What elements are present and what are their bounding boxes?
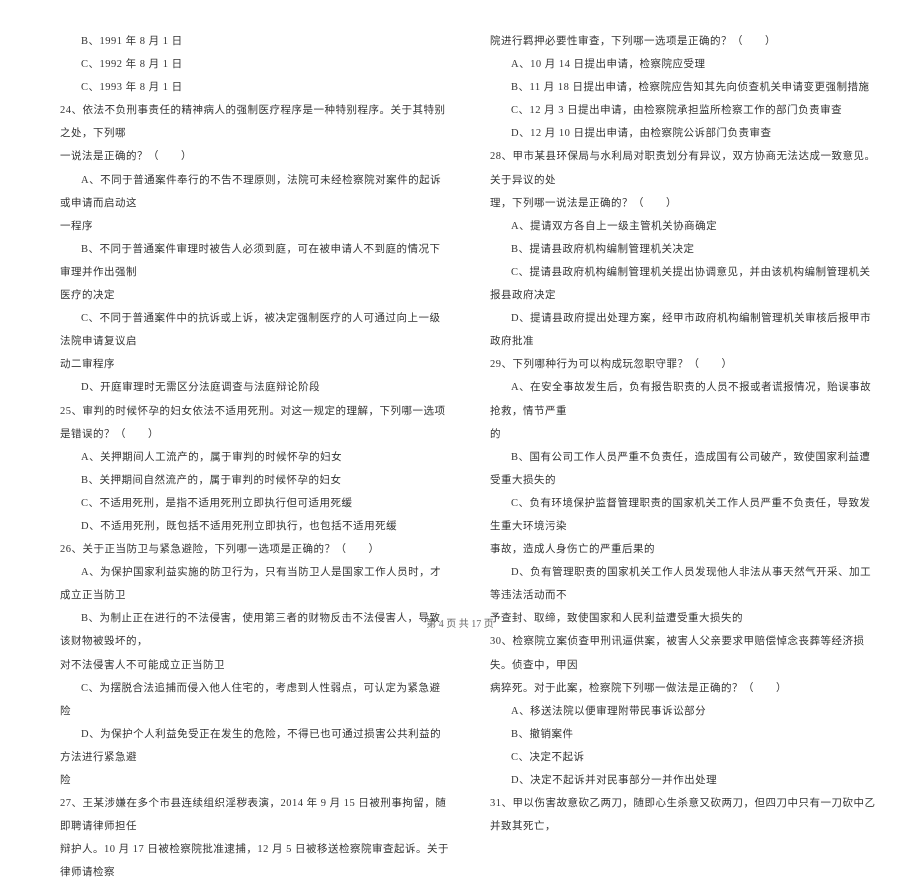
text-line: C、不同于普通案件中的抗诉或上诉，被决定强制医疗的人可通过向上一级法院申请复议启 (60, 307, 450, 353)
text-line: 24、依法不负刑事责任的精神病人的强制医疗程序是一种特别程序。关于其特别之处，下… (60, 99, 450, 145)
text-line: D、不适用死刑，既包括不适用死刑立即执行，也包括不适用死缓 (60, 515, 450, 538)
text-line: 31、甲以伤害故意砍乙两刀，随即心生杀意又砍两刀，但四刀中只有一刀砍中乙并致其死… (490, 792, 880, 838)
text-line: 病猝死。对于此案，检察院下列哪一做法是正确的？（ ） (490, 677, 880, 700)
text-line: 动二审程序 (60, 353, 450, 376)
page-number: 第 4 页 共 17 页 (426, 619, 494, 630)
text-line: B、11 月 18 日提出申请，检察院应告知其先向侦查机关申请变更强制措施 (490, 76, 880, 99)
text-line: C、不适用死刑，是指不适用死刑立即执行但可适用死缓 (60, 492, 450, 515)
text-line: A、关押期间人工流产的，属于审判的时候怀孕的妇女 (60, 446, 450, 469)
text-line: 院进行羁押必要性审查，下列哪一选项是正确的？（ ） (490, 30, 880, 53)
text-line: 27、王某涉嫌在多个市县连续组织淫秽表演，2014 年 9 月 15 日被刑事拘… (60, 792, 450, 838)
left-column: B、1991 年 8 月 1 日C、1992 年 8 月 1 日C、1993 年… (60, 30, 450, 560)
text-line: A、不同于普通案件奉行的不告不理原则，法院可未经检察院对案件的起诉或申请而启动这 (60, 169, 450, 215)
text-line: 的 (490, 423, 880, 446)
text-line: D、为保护个人利益免受正在发生的危险，不得已也可通过损害公共利益的方法进行紧急避 (60, 723, 450, 769)
text-line: B、提请县政府机构编制管理机关决定 (490, 238, 880, 261)
text-line: 医疗的决定 (60, 284, 450, 307)
text-line: 25、审判的时候怀孕的妇女依法不适用死刑。对这一规定的理解，下列哪一选项是错误的… (60, 400, 450, 446)
text-line: 险 (60, 769, 450, 792)
text-line: 30、检察院立案侦查甲刑讯逼供案，被害人父亲要求甲赔偿悼念丧葬等经济损失。侦查中… (490, 630, 880, 676)
text-line: 事故，造成人身伤亡的严重后果的 (490, 538, 880, 561)
text-line: C、负有环境保护监督管理职责的国家机关工作人员严重不负责任，导致发生重大环境污染 (490, 492, 880, 538)
text-line: 辩护人。10 月 17 日被检察院批准逮捕，12 月 5 日被移送检察院审查起诉… (60, 838, 450, 884)
text-line: D、开庭审理时无需区分法庭调查与法庭辩论阶段 (60, 376, 450, 399)
text-line: 一程序 (60, 215, 450, 238)
text-line: C、12 月 3 日提出申请，由检察院承担监所检察工作的部门负责审查 (490, 99, 880, 122)
text-line: D、决定不起诉并对民事部分一并作出处理 (490, 769, 880, 792)
text-line: B、国有公司工作人员严重不负责任，造成国有公司破产，致使国家利益遭受重大损失的 (490, 446, 880, 492)
text-line: D、负有管理职责的国家机关工作人员发现他人非法从事天然气开采、加工等违法活动而不 (490, 561, 880, 607)
text-line: 26、关于正当防卫与紧急避险，下列哪一选项是正确的？（ ） (60, 538, 450, 561)
text-line: D、提请县政府提出处理方案，经甲市政府机构编制管理机关审核后报甲市政府批准 (490, 307, 880, 353)
text-line: B、撤销案件 (490, 723, 880, 746)
page-container: B、1991 年 8 月 1 日C、1992 年 8 月 1 日C、1993 年… (0, 0, 920, 600)
text-line: C、提请县政府机构编制管理机关提出协调意见，并由该机构编制管理机关报县政府决定 (490, 261, 880, 307)
text-line: A、移送法院以便审理附带民事诉讼部分 (490, 700, 880, 723)
text-line: 28、甲市某县环保局与水利局对职责划分有异议，双方协商无法达成一致意见。关于异议… (490, 145, 880, 191)
page-footer: 第 4 页 共 17 页 (0, 615, 920, 630)
text-line: C、1992 年 8 月 1 日 (60, 53, 450, 76)
text-line: B、1991 年 8 月 1 日 (60, 30, 450, 53)
text-line: C、决定不起诉 (490, 746, 880, 769)
text-line: 理，下列哪一说法是正确的？（ ） (490, 192, 880, 215)
text-line: A、在安全事故发生后，负有报告职责的人员不报或者谎报情况，贻误事故抢救，情节严重 (490, 376, 880, 422)
text-line: C、为摆脱合法追捕而侵入他人住宅的，考虑到人性弱点，可认定为紧急避险 (60, 677, 450, 723)
right-column: 院进行羁押必要性审查，下列哪一选项是正确的？（ ）A、10 月 14 日提出申请… (490, 30, 880, 560)
text-line: D、12 月 10 日提出申请，由检察院公诉部门负责审查 (490, 122, 880, 145)
text-line: B、关押期间自然流产的，属于审判的时候怀孕的妇女 (60, 469, 450, 492)
text-line: C、1993 年 8 月 1 日 (60, 76, 450, 99)
text-line: A、提请双方各自上一级主管机关协商确定 (490, 215, 880, 238)
text-line: A、10 月 14 日提出申请，检察院应受理 (490, 53, 880, 76)
text-line: B、不同于普通案件审理时被告人必须到庭，可在被申请人不到庭的情况下审理并作出强制 (60, 238, 450, 284)
text-line: 29、下列哪种行为可以构成玩忽职守罪？（ ） (490, 353, 880, 376)
text-line: 一说法是正确的？（ ） (60, 145, 450, 168)
text-line: 对不法侵害人不可能成立正当防卫 (60, 654, 450, 677)
text-line: A、为保护国家利益实施的防卫行为，只有当防卫人是国家工作人员时，才成立正当防卫 (60, 561, 450, 607)
